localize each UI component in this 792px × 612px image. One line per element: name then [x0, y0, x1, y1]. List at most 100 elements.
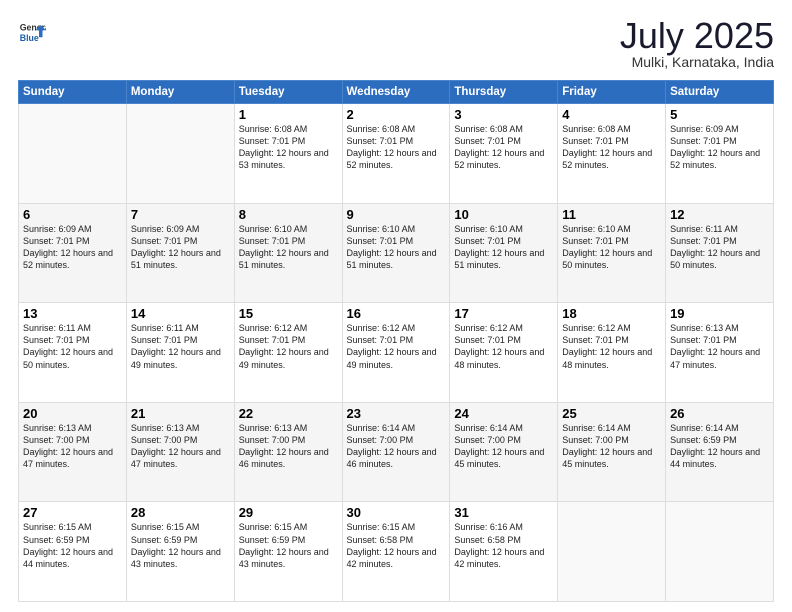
calendar-week-row: 27Sunrise: 6:15 AM Sunset: 6:59 PM Dayli…: [19, 502, 774, 602]
cell-info: Sunrise: 6:08 AM Sunset: 7:01 PM Dayligh…: [347, 123, 446, 172]
title-block: July 2025 Mulki, Karnataka, India: [620, 18, 774, 70]
calendar-cell: 11Sunrise: 6:10 AM Sunset: 7:01 PM Dayli…: [558, 203, 666, 303]
cell-info: Sunrise: 6:13 AM Sunset: 7:00 PM Dayligh…: [239, 422, 338, 471]
day-number: 19: [670, 306, 769, 321]
day-number: 2: [347, 107, 446, 122]
calendar-cell: [19, 104, 127, 204]
cell-info: Sunrise: 6:09 AM Sunset: 7:01 PM Dayligh…: [670, 123, 769, 172]
day-number: 24: [454, 406, 553, 421]
calendar-cell: 15Sunrise: 6:12 AM Sunset: 7:01 PM Dayli…: [234, 303, 342, 403]
calendar-cell: 22Sunrise: 6:13 AM Sunset: 7:00 PM Dayli…: [234, 402, 342, 502]
calendar-body: 1Sunrise: 6:08 AM Sunset: 7:01 PM Daylig…: [19, 104, 774, 602]
calendar-cell: 12Sunrise: 6:11 AM Sunset: 7:01 PM Dayli…: [666, 203, 774, 303]
calendar-cell: 4Sunrise: 6:08 AM Sunset: 7:01 PM Daylig…: [558, 104, 666, 204]
day-number: 5: [670, 107, 769, 122]
calendar-cell: 29Sunrise: 6:15 AM Sunset: 6:59 PM Dayli…: [234, 502, 342, 602]
day-number: 10: [454, 207, 553, 222]
day-number: 1: [239, 107, 338, 122]
cell-info: Sunrise: 6:14 AM Sunset: 7:00 PM Dayligh…: [562, 422, 661, 471]
calendar-cell: 3Sunrise: 6:08 AM Sunset: 7:01 PM Daylig…: [450, 104, 558, 204]
day-number: 20: [23, 406, 122, 421]
calendar-cell: 5Sunrise: 6:09 AM Sunset: 7:01 PM Daylig…: [666, 104, 774, 204]
calendar-cell: 2Sunrise: 6:08 AM Sunset: 7:01 PM Daylig…: [342, 104, 450, 204]
day-number: 14: [131, 306, 230, 321]
calendar-week-row: 6Sunrise: 6:09 AM Sunset: 7:01 PM Daylig…: [19, 203, 774, 303]
header: General Blue July 2025 Mulki, Karnataka,…: [18, 18, 774, 70]
cell-info: Sunrise: 6:09 AM Sunset: 7:01 PM Dayligh…: [23, 223, 122, 272]
calendar-cell: 13Sunrise: 6:11 AM Sunset: 7:01 PM Dayli…: [19, 303, 127, 403]
calendar-cell: [666, 502, 774, 602]
cell-info: Sunrise: 6:13 AM Sunset: 7:00 PM Dayligh…: [23, 422, 122, 471]
calendar-cell: 21Sunrise: 6:13 AM Sunset: 7:00 PM Dayli…: [126, 402, 234, 502]
page: General Blue July 2025 Mulki, Karnataka,…: [0, 0, 792, 612]
cell-info: Sunrise: 6:12 AM Sunset: 7:01 PM Dayligh…: [454, 322, 553, 371]
day-number: 21: [131, 406, 230, 421]
cell-info: Sunrise: 6:14 AM Sunset: 7:00 PM Dayligh…: [454, 422, 553, 471]
calendar-cell: 19Sunrise: 6:13 AM Sunset: 7:01 PM Dayli…: [666, 303, 774, 403]
cell-info: Sunrise: 6:13 AM Sunset: 7:01 PM Dayligh…: [670, 322, 769, 371]
cell-info: Sunrise: 6:12 AM Sunset: 7:01 PM Dayligh…: [347, 322, 446, 371]
location: Mulki, Karnataka, India: [620, 54, 774, 70]
day-number: 4: [562, 107, 661, 122]
calendar-cell: 30Sunrise: 6:15 AM Sunset: 6:58 PM Dayli…: [342, 502, 450, 602]
logo-icon: General Blue: [18, 18, 46, 46]
cell-info: Sunrise: 6:08 AM Sunset: 7:01 PM Dayligh…: [239, 123, 338, 172]
weekday-header-saturday: Saturday: [666, 81, 774, 104]
calendar-cell: 26Sunrise: 6:14 AM Sunset: 6:59 PM Dayli…: [666, 402, 774, 502]
calendar-cell: 9Sunrise: 6:10 AM Sunset: 7:01 PM Daylig…: [342, 203, 450, 303]
calendar-cell: 31Sunrise: 6:16 AM Sunset: 6:58 PM Dayli…: [450, 502, 558, 602]
cell-info: Sunrise: 6:12 AM Sunset: 7:01 PM Dayligh…: [239, 322, 338, 371]
weekday-header-monday: Monday: [126, 81, 234, 104]
day-number: 12: [670, 207, 769, 222]
cell-info: Sunrise: 6:15 AM Sunset: 6:58 PM Dayligh…: [347, 521, 446, 570]
month-title: July 2025: [620, 18, 774, 54]
calendar-cell: [558, 502, 666, 602]
day-number: 3: [454, 107, 553, 122]
calendar-cell: 28Sunrise: 6:15 AM Sunset: 6:59 PM Dayli…: [126, 502, 234, 602]
cell-info: Sunrise: 6:11 AM Sunset: 7:01 PM Dayligh…: [670, 223, 769, 272]
weekday-header-sunday: Sunday: [19, 81, 127, 104]
calendar-week-row: 1Sunrise: 6:08 AM Sunset: 7:01 PM Daylig…: [19, 104, 774, 204]
calendar-cell: 10Sunrise: 6:10 AM Sunset: 7:01 PM Dayli…: [450, 203, 558, 303]
day-number: 11: [562, 207, 661, 222]
cell-info: Sunrise: 6:16 AM Sunset: 6:58 PM Dayligh…: [454, 521, 553, 570]
cell-info: Sunrise: 6:15 AM Sunset: 6:59 PM Dayligh…: [239, 521, 338, 570]
svg-text:Blue: Blue: [20, 33, 39, 43]
day-number: 30: [347, 505, 446, 520]
calendar-cell: 1Sunrise: 6:08 AM Sunset: 7:01 PM Daylig…: [234, 104, 342, 204]
cell-info: Sunrise: 6:10 AM Sunset: 7:01 PM Dayligh…: [347, 223, 446, 272]
calendar-cell: 20Sunrise: 6:13 AM Sunset: 7:00 PM Dayli…: [19, 402, 127, 502]
day-number: 7: [131, 207, 230, 222]
cell-info: Sunrise: 6:08 AM Sunset: 7:01 PM Dayligh…: [562, 123, 661, 172]
calendar-cell: 23Sunrise: 6:14 AM Sunset: 7:00 PM Dayli…: [342, 402, 450, 502]
calendar-cell: 6Sunrise: 6:09 AM Sunset: 7:01 PM Daylig…: [19, 203, 127, 303]
logo: General Blue: [18, 18, 46, 46]
day-number: 28: [131, 505, 230, 520]
day-number: 18: [562, 306, 661, 321]
day-number: 17: [454, 306, 553, 321]
cell-info: Sunrise: 6:10 AM Sunset: 7:01 PM Dayligh…: [562, 223, 661, 272]
calendar-cell: 24Sunrise: 6:14 AM Sunset: 7:00 PM Dayli…: [450, 402, 558, 502]
calendar-cell: 14Sunrise: 6:11 AM Sunset: 7:01 PM Dayli…: [126, 303, 234, 403]
day-number: 16: [347, 306, 446, 321]
day-number: 6: [23, 207, 122, 222]
cell-info: Sunrise: 6:13 AM Sunset: 7:00 PM Dayligh…: [131, 422, 230, 471]
cell-info: Sunrise: 6:12 AM Sunset: 7:01 PM Dayligh…: [562, 322, 661, 371]
day-number: 15: [239, 306, 338, 321]
day-number: 13: [23, 306, 122, 321]
day-number: 26: [670, 406, 769, 421]
calendar-table: SundayMondayTuesdayWednesdayThursdayFrid…: [18, 80, 774, 602]
cell-info: Sunrise: 6:11 AM Sunset: 7:01 PM Dayligh…: [23, 322, 122, 371]
day-number: 31: [454, 505, 553, 520]
day-number: 23: [347, 406, 446, 421]
day-number: 27: [23, 505, 122, 520]
cell-info: Sunrise: 6:14 AM Sunset: 7:00 PM Dayligh…: [347, 422, 446, 471]
cell-info: Sunrise: 6:15 AM Sunset: 6:59 PM Dayligh…: [131, 521, 230, 570]
cell-info: Sunrise: 6:11 AM Sunset: 7:01 PM Dayligh…: [131, 322, 230, 371]
calendar-week-row: 20Sunrise: 6:13 AM Sunset: 7:00 PM Dayli…: [19, 402, 774, 502]
calendar-cell: [126, 104, 234, 204]
calendar-cell: 7Sunrise: 6:09 AM Sunset: 7:01 PM Daylig…: [126, 203, 234, 303]
cell-info: Sunrise: 6:15 AM Sunset: 6:59 PM Dayligh…: [23, 521, 122, 570]
calendar-header-row: SundayMondayTuesdayWednesdayThursdayFrid…: [19, 81, 774, 104]
day-number: 22: [239, 406, 338, 421]
